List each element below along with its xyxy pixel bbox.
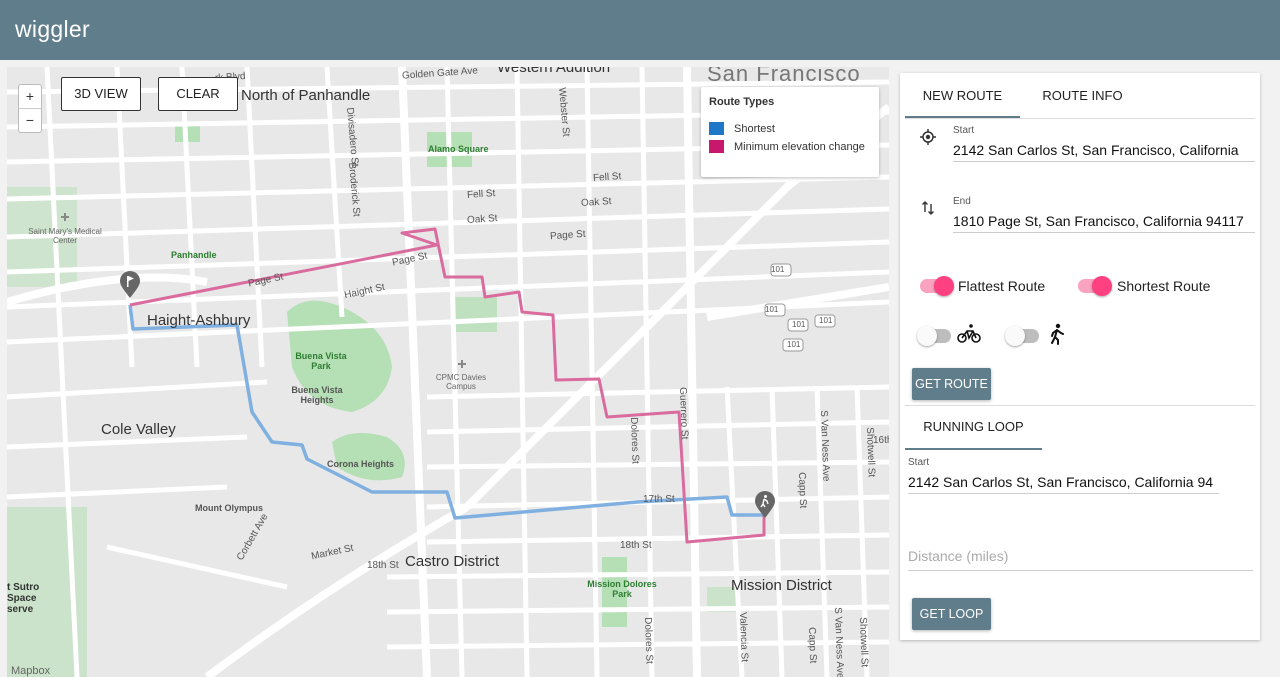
label-shotwell-south: Shotwell St bbox=[857, 617, 870, 668]
route-tabs: NEW ROUTE ROUTE INFO bbox=[905, 73, 1255, 119]
loop-start-field[interactable]: Start 2142 San Carlos St, San Francisco,… bbox=[908, 457, 1219, 494]
label-buena-vista-park: Buena Vista Park bbox=[295, 351, 347, 371]
start-label: Start bbox=[953, 125, 975, 136]
label-oak-st: Oak St bbox=[466, 212, 498, 227]
legend-swatch-min-elevation bbox=[709, 140, 724, 153]
legend-item-min-elevation: Minimum elevation change bbox=[709, 140, 871, 153]
toggle-knob bbox=[1005, 326, 1025, 346]
label-hwy-3: 101 bbox=[792, 320, 806, 329]
loop-start-label: Start bbox=[908, 457, 930, 468]
start-walker-marker-icon[interactable] bbox=[755, 491, 775, 519]
bike-toggle[interactable] bbox=[917, 326, 951, 346]
end-label: End bbox=[953, 196, 971, 207]
label-hwy-5: 101 bbox=[787, 340, 801, 349]
legend-swatch-shortest bbox=[709, 122, 724, 135]
label-mission-district: Mission District bbox=[731, 577, 832, 594]
label-cole-valley: Cole Valley bbox=[101, 421, 176, 438]
label-fell-st-east: Fell St bbox=[592, 171, 622, 184]
label-shotwell: Shotwell St bbox=[864, 427, 877, 478]
get-loop-button[interactable]: GET LOOP bbox=[912, 598, 991, 630]
bicycle-icon bbox=[957, 324, 981, 343]
label-mount-olympus: Mount Olympus bbox=[195, 503, 263, 513]
map-view[interactable]: San Francisco Western Addition North of … bbox=[7, 67, 889, 677]
label-sutro: t Sutro Space serve bbox=[7, 582, 40, 615]
flattest-route-toggle[interactable] bbox=[920, 276, 954, 296]
my-location-icon[interactable] bbox=[920, 129, 936, 145]
legend-label-min-elevation: Minimum elevation change bbox=[734, 140, 865, 153]
tab-running-loop[interactable]: RUNNING LOOP bbox=[905, 404, 1042, 450]
label-dolores: Dolores St bbox=[628, 417, 641, 465]
legend-title: Route Types bbox=[709, 96, 775, 108]
label-valencia: Valencia St bbox=[737, 612, 750, 663]
route-panel: NEW ROUTE ROUTE INFO Start 2142 San Carl… bbox=[900, 73, 1260, 640]
toggle-knob bbox=[1092, 276, 1112, 296]
label-fell-st: Fell St bbox=[466, 188, 496, 201]
label-capp-south: Capp St bbox=[806, 627, 819, 664]
end-input[interactable]: 1810 Page St, San Francisco, California … bbox=[953, 213, 1255, 233]
mapbox-attribution: Mapbox bbox=[11, 665, 51, 677]
tab-new-route[interactable]: NEW ROUTE bbox=[905, 73, 1020, 118]
start-input[interactable]: 2142 San Carlos St, San Francisco, Calif… bbox=[953, 142, 1255, 162]
label-hwy-2: 101 bbox=[765, 305, 779, 314]
label-alamo-square: Alamo Square bbox=[428, 144, 489, 154]
label-panhandle: Panhandle bbox=[171, 250, 217, 260]
label-western-addition: Western Addition bbox=[497, 67, 611, 76]
shortest-route-toggle[interactable] bbox=[1078, 276, 1112, 296]
get-route-button[interactable]: GET ROUTE bbox=[912, 368, 991, 400]
tab-route-info[interactable]: ROUTE INFO bbox=[1030, 73, 1135, 118]
walk-toggle[interactable] bbox=[1005, 326, 1039, 346]
zoom-out-button[interactable]: − bbox=[19, 109, 41, 133]
clear-button[interactable]: CLEAR bbox=[158, 77, 238, 111]
shortest-route-label: Shortest Route bbox=[1117, 278, 1211, 294]
label-cpmc: CPMC Davies Campus bbox=[435, 373, 487, 391]
label-city: San Francisco bbox=[707, 67, 861, 86]
label-buena-vista-heights: Buena Vista Heights bbox=[291, 385, 343, 405]
legend-label-shortest: Shortest bbox=[734, 122, 775, 135]
label-18th-st: 18th St bbox=[620, 540, 652, 551]
swap-vertical-icon[interactable] bbox=[921, 200, 935, 216]
start-field[interactable]: Start 2142 San Carlos St, San Francisco,… bbox=[953, 125, 1255, 162]
label-18th-st-west: 18th St bbox=[367, 560, 399, 571]
loop-start-input[interactable]: 2142 San Carlos St, San Francisco, Calif… bbox=[908, 474, 1219, 494]
legend-item-shortest: Shortest bbox=[709, 122, 871, 135]
app-bar: wiggler bbox=[0, 0, 1280, 60]
3d-view-button[interactable]: 3D VIEW bbox=[61, 77, 141, 111]
label-dolores-south: Dolores St bbox=[642, 617, 655, 665]
label-castro-district: Castro District bbox=[405, 553, 500, 570]
toggle-knob bbox=[917, 326, 937, 346]
label-mission-dolores-park: Mission Dolores Park bbox=[587, 579, 657, 599]
label-haight-ashbury: Haight-Ashbury bbox=[147, 312, 251, 329]
label-north-panhandle: North of Panhandle bbox=[241, 87, 371, 104]
flattest-route-label: Flattest Route bbox=[958, 278, 1046, 294]
label-st-marys: Saint Mary's Medical Center bbox=[28, 227, 102, 245]
zoom-control: + − bbox=[18, 84, 42, 133]
zoom-in-button[interactable]: + bbox=[19, 85, 41, 109]
label-hwy-1: 101 bbox=[771, 265, 785, 274]
app-title: wiggler bbox=[15, 16, 90, 42]
walking-icon bbox=[1051, 323, 1064, 345]
label-oak-st-east: Oak St bbox=[580, 195, 612, 210]
distance-input[interactable]: Distance (miles) bbox=[908, 548, 1253, 571]
label-17th-st: 17th St bbox=[643, 494, 675, 505]
toggle-knob bbox=[934, 276, 954, 296]
route-types-legend: Route Types Shortest Minimum elevation c… bbox=[701, 87, 879, 177]
end-flag-marker-icon[interactable] bbox=[120, 271, 140, 299]
label-hwy-4: 101 bbox=[819, 316, 833, 325]
end-field[interactable]: End 1810 Page St, San Francisco, Califor… bbox=[953, 196, 1255, 233]
label-capp: Capp St bbox=[796, 472, 809, 509]
label-corona-heights: Corona Heights bbox=[327, 459, 395, 469]
label-guerrero: Guerrero St bbox=[677, 387, 690, 440]
